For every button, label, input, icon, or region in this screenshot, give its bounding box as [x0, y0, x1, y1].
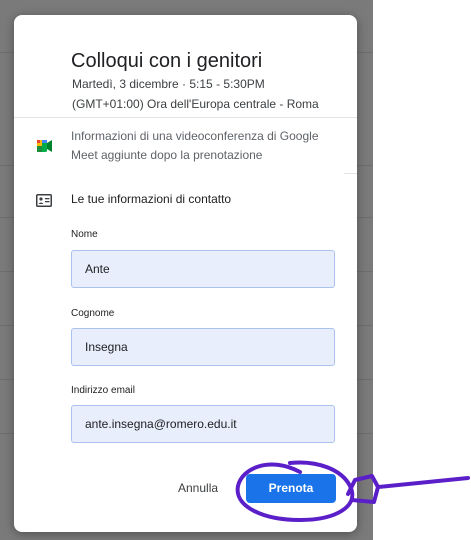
event-date: Martedì, 3 dicembre · 5:15 - 5:30PM: [72, 77, 265, 91]
first-name-label: Nome: [71, 229, 98, 240]
dialog-title: Colloqui con i genitori: [71, 50, 263, 72]
cancel-button[interactable]: Annulla: [178, 481, 218, 495]
email-label: Indirizzo email: [71, 385, 135, 396]
last-name-label: Cognome: [71, 308, 115, 319]
contact-card-icon: [36, 194, 52, 207]
book-button[interactable]: Prenota: [246, 474, 336, 503]
meet-info-text: Informazioni di una videoconferenza di G…: [71, 129, 319, 162]
email-field[interactable]: ante.insegna@romero.edu.it: [71, 405, 335, 443]
google-meet-icon: [37, 140, 52, 152]
contact-section-title: Le tue informazioni di contatto: [71, 192, 232, 206]
event-timezone: (GMT+01:00) Ora dell'Europa centrale - R…: [72, 97, 319, 111]
first-name-field[interactable]: Ante: [71, 250, 335, 288]
booking-dialog: Colloqui con i genitori Martedì, 3 dicem…: [14, 15, 357, 532]
section-divider: [344, 173, 357, 174]
last-name-field[interactable]: Insegna: [71, 328, 335, 366]
section-divider: [14, 117, 357, 118]
